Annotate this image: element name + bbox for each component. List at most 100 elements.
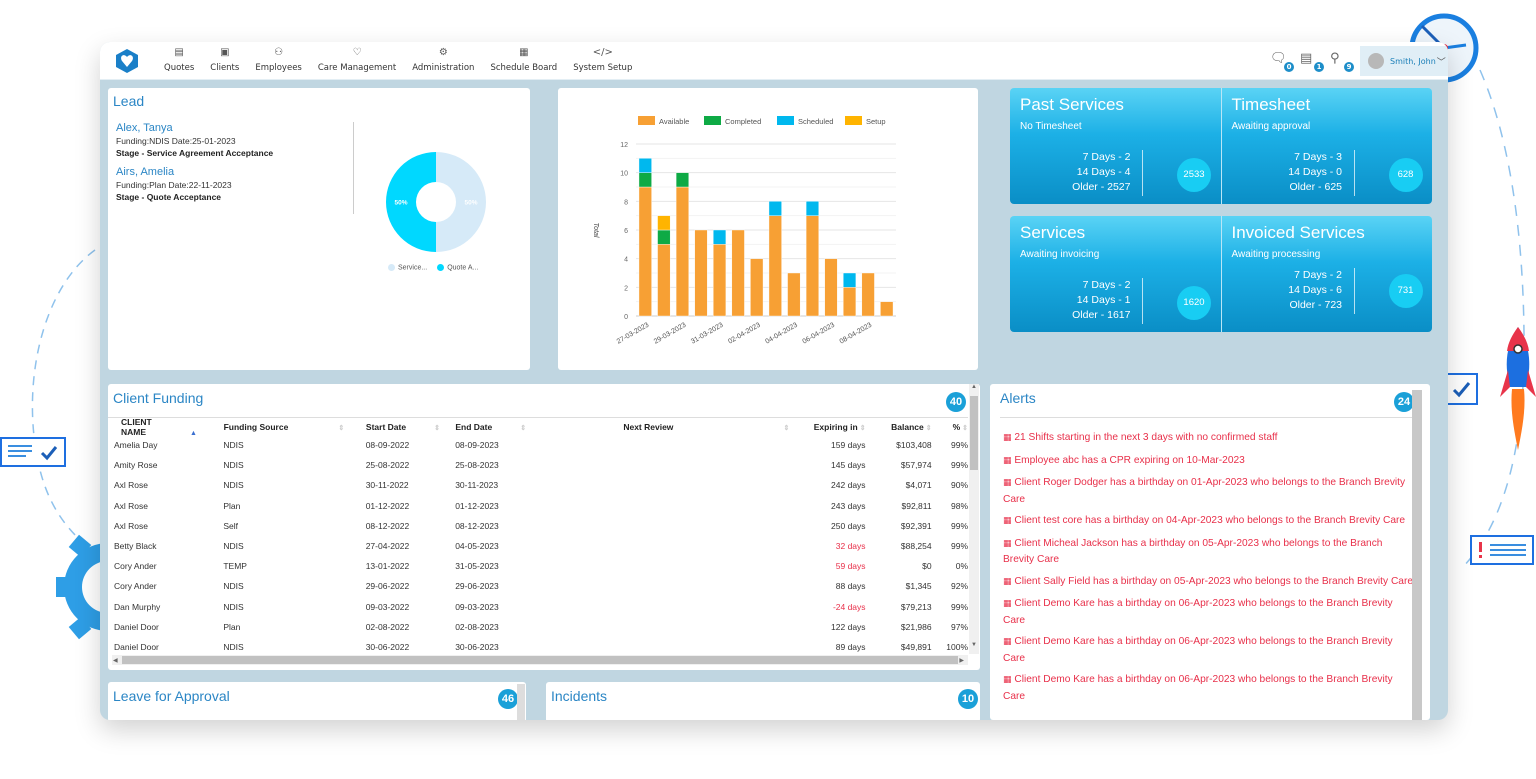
alert-item[interactable]: ▦ Employee abc has a CPR expiring on 10-… [1003, 453, 1416, 470]
col-header-next-review[interactable]: Next Review ⇕ [613, 422, 795, 432]
scroll-right-icon[interactable]: ▶ [959, 657, 964, 664]
bar-segment-completed[interactable] [638, 172, 652, 188]
table-row[interactable]: Cory Ander TEMP 13-01-2022 31-05-2023 59… [108, 556, 968, 576]
table-row[interactable]: Dan Murphy NDIS 09-03-2022 09-03-2023 -2… [108, 597, 968, 617]
legend-label[interactable]: Scheduled [798, 117, 833, 126]
cell-start-date: 08-09-2022 [365, 440, 410, 451]
summary-tile[interactable]: Invoiced Services Awaiting processing 7 … [1220, 216, 1432, 332]
nav-item-clients[interactable]: ▣ Clients [202, 46, 247, 73]
bar-segment-available[interactable] [880, 301, 894, 317]
pins-button[interactable]: ⚲ 9 [1330, 51, 1354, 72]
alerts-scrollbar[interactable] [1412, 390, 1422, 720]
cell-expiring-in: -24 days [832, 601, 866, 612]
summary-tile[interactable]: Timesheet Awaiting approval 7 Days - 3 1… [1220, 88, 1432, 204]
bar-segment-available[interactable] [805, 215, 819, 317]
cell-percent: 99% [951, 440, 969, 451]
bar-segment-available[interactable] [694, 229, 708, 317]
table-row[interactable]: Cory Ander NDIS 29-06-2022 29-06-2023 88… [108, 576, 968, 596]
table-row[interactable]: Axl Rose NDIS 30-11-2022 30-11-2023 242 … [108, 475, 968, 495]
nav-item-administration[interactable]: ⚙ Administration [404, 46, 482, 73]
cell-client-name: Axl Rose [114, 520, 149, 531]
bar-segment-completed[interactable] [657, 229, 671, 245]
bar-segment-setup[interactable] [657, 215, 671, 231]
alert-item[interactable]: ▦ Client Demo Kare has a birthday on 06-… [1003, 672, 1416, 704]
table-row[interactable]: Daniel Door Plan 02-08-2022 02-08-2023 1… [108, 617, 968, 637]
app-logo[interactable] [114, 48, 140, 74]
calendar-icon: ▦ [1003, 516, 1012, 526]
alert-item[interactable]: ▦ 21 Shifts starting in the next 3 days … [1003, 430, 1416, 447]
col-header-funding-source[interactable]: Funding Source ⇕ [220, 422, 352, 432]
bar-segment-available[interactable] [768, 215, 782, 317]
legend-label[interactable]: Completed [725, 117, 761, 126]
alert-item[interactable]: ▦ Client Demo Kare has a birthday on 06-… [1003, 596, 1416, 628]
legend-label[interactable]: Setup [866, 117, 886, 126]
table-row[interactable]: Axl Rose Self 08-12-2022 08-12-2023 250 … [108, 516, 968, 536]
summary-tile[interactable]: Past Services No Timesheet 7 Days - 2 14… [1010, 88, 1221, 204]
col-header-expiring-in[interactable]: Expiring in ⇕ [796, 422, 866, 432]
bar-segment-completed[interactable] [675, 172, 689, 188]
alert-item[interactable]: ▦ Client Demo Kare has a birthday on 06-… [1003, 634, 1416, 666]
bar-segment-scheduled[interactable] [768, 201, 782, 216]
bar-segment-scheduled[interactable] [805, 201, 819, 216]
horizontal-scrollbar[interactable]: ◀ ▶ [112, 655, 968, 665]
messages-button[interactable]: 🗨 0 [1270, 51, 1294, 72]
bar-segment-available[interactable] [750, 258, 764, 317]
col-header-client-name[interactable]: CLIENT NAME ▲ [108, 417, 220, 437]
bar-segment-available[interactable] [787, 272, 801, 317]
notes-button[interactable]: ▤ 1 [1300, 51, 1324, 72]
scroll-left-icon[interactable]: ◀ [113, 657, 118, 664]
bar-segment-available[interactable] [861, 272, 875, 317]
nav-item-employees[interactable]: ⚇ Employees [247, 46, 310, 73]
bar-segment-available[interactable] [843, 287, 857, 317]
lead-stage: Stage - Service Agreement Acceptance [116, 148, 274, 158]
bar-segment-scheduled[interactable] [843, 272, 857, 288]
bar-segment-available[interactable] [824, 258, 838, 317]
col-header-end-date[interactable]: End Date ⇕ [445, 422, 613, 432]
scroll-down-icon[interactable]: ▼ [971, 642, 977, 648]
cell-percent: 98% [951, 500, 969, 511]
table-row[interactable]: Betty Black NDIS 27-04-2022 04-05-2023 3… [108, 536, 968, 556]
divider [1142, 150, 1143, 196]
legend-item-service[interactable]: Service... [388, 264, 427, 271]
lead-name-link[interactable]: Alex, Tanya [116, 122, 346, 134]
lead-stage: Stage - Quote Acceptance [116, 192, 222, 202]
vertical-scrollbar[interactable]: ▲ ▼ [969, 384, 979, 654]
table-row[interactable]: Axl Rose Plan 01-12-2022 01-12-2023 243 … [108, 496, 968, 516]
alert-item[interactable]: ▦ Client Sally Field has a birthday on 0… [1003, 574, 1416, 591]
cell-client-name: Daniel Door [114, 641, 159, 652]
bar-segment-scheduled[interactable] [713, 229, 727, 245]
bar-segment-scheduled[interactable] [638, 158, 652, 173]
legend-item-quote[interactable]: Quote A... [437, 264, 478, 271]
nav-item-system-setup[interactable]: </> System Setup [565, 46, 640, 73]
nav-item-care-management[interactable]: ♡ Care Management [310, 46, 404, 73]
alert-item[interactable]: ▦ Client test core has a birthday on 04-… [1003, 513, 1416, 530]
col-header-balance[interactable]: Balance ⇕ [866, 422, 931, 432]
pin-icon: ⚲ [1330, 51, 1340, 66]
lead-name-link[interactable]: Airs, Amelia [116, 166, 346, 178]
leave-scrollbar[interactable] [517, 684, 525, 720]
col-header-start-date[interactable]: Start Date ⇕ [352, 422, 445, 432]
alert-item[interactable]: ▦ Client Roger Dodger has a birthday on … [1003, 475, 1416, 507]
tile-stat-7-days: 7 Days - 3 [1294, 151, 1342, 163]
cell-funding-source: NDIS [223, 581, 244, 592]
bar-segment-available[interactable] [731, 229, 745, 317]
bar-segment-available[interactable] [657, 244, 671, 317]
scrollbar-thumb[interactable] [970, 396, 978, 470]
scrollbar-thumb[interactable] [122, 656, 958, 664]
bar-segment-available[interactable] [675, 186, 689, 317]
nav-item-quotes[interactable]: ▤ Quotes [156, 46, 202, 73]
summary-tile[interactable]: Services Awaiting invoicing 7 Days - 2 1… [1010, 216, 1221, 332]
scroll-up-icon[interactable]: ▲ [971, 384, 977, 390]
col-header-percent[interactable]: % ⇕ [932, 422, 968, 432]
donut-slice[interactable] [436, 152, 486, 252]
legend-label[interactable]: Available [659, 117, 689, 126]
user-menu[interactable]: Smith, John ﹀ [1360, 46, 1448, 76]
alert-item[interactable]: ▦ Client Micheal Jackson has a birthday … [1003, 536, 1416, 568]
table-row[interactable]: Amity Rose NDIS 25-08-2022 25-08-2023 14… [108, 455, 968, 475]
bar-segment-available[interactable] [713, 244, 727, 317]
bar-segment-available[interactable] [638, 186, 652, 317]
table-row[interactable]: Amelia Day NDIS 08-09-2022 08-09-2023 15… [108, 435, 968, 455]
nav-item-schedule-board[interactable]: ▦ Schedule Board [482, 46, 565, 73]
tile-stat-older: Older - 1617 [1072, 309, 1131, 321]
client-funding-panel: Client Funding 40 CLIENT NAME ▲ Funding S… [108, 384, 980, 670]
